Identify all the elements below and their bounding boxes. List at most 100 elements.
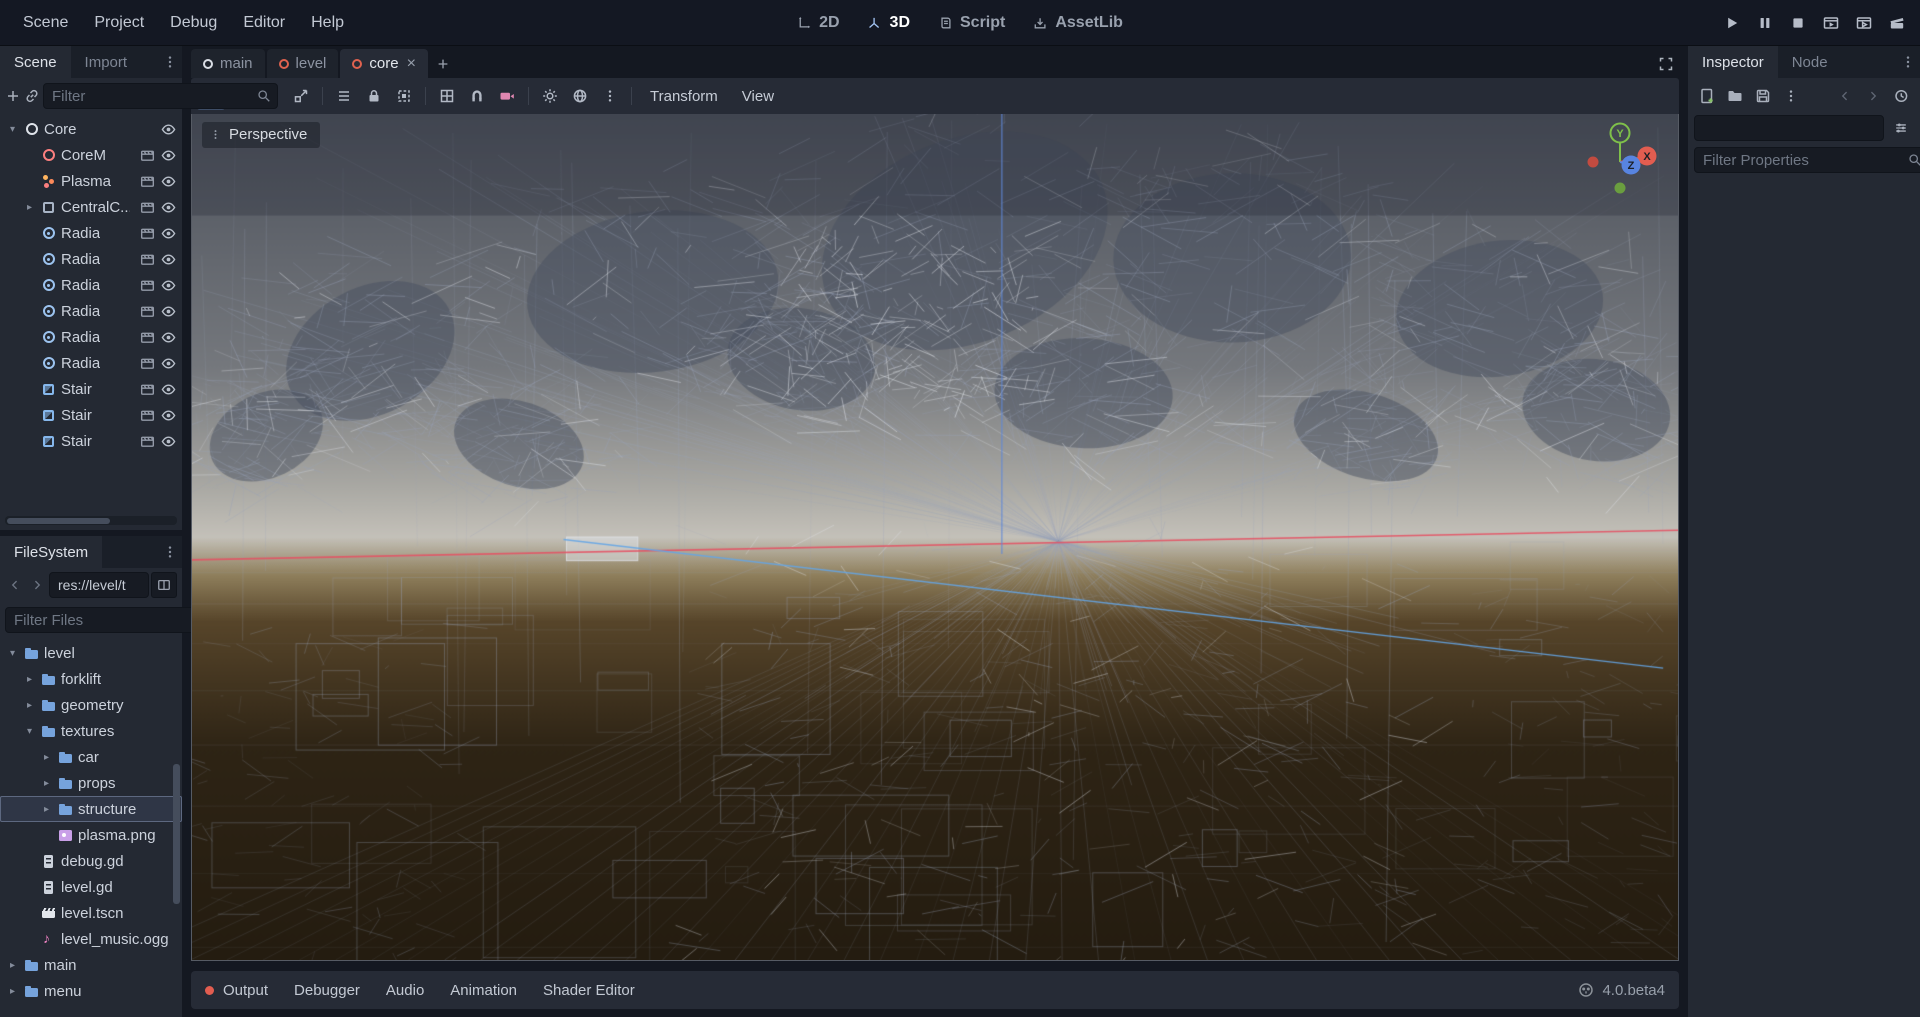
menu-help[interactable]: Help	[298, 0, 357, 46]
scene-tree-row[interactable]: Radia	[0, 324, 182, 350]
open-scene-icon[interactable]	[140, 226, 155, 241]
switch-3d[interactable]: 3D	[854, 0, 924, 45]
sun-preview-icon[interactable]	[536, 83, 564, 110]
scene-tree-row[interactable]: CentralC...	[0, 194, 182, 220]
tab-node[interactable]: Node	[1778, 46, 1842, 78]
history-icon[interactable]	[1888, 83, 1914, 109]
visibility-eye-icon[interactable]	[161, 252, 176, 267]
save-resource-icon[interactable]	[1750, 83, 1776, 109]
visibility-eye-icon[interactable]	[161, 434, 176, 449]
file-tree-row[interactable]: level.tscn	[0, 900, 182, 926]
tab-filesystem[interactable]: FileSystem	[0, 536, 102, 568]
dock-menu-icon[interactable]	[158, 50, 182, 74]
file-tree-row[interactable]: car	[0, 744, 182, 770]
perspective-menu[interactable]: Perspective	[202, 122, 320, 148]
file-tree-row[interactable]: forklift	[0, 666, 182, 692]
scene-tree-row[interactable]: Stair	[0, 376, 182, 402]
tab-import[interactable]: Import	[71, 46, 142, 78]
file-tree-row[interactable]: geometry	[0, 692, 182, 718]
visibility-eye-icon[interactable]	[161, 174, 176, 189]
filesystem-scrollbar[interactable]	[173, 764, 180, 904]
scene-tree-row[interactable]: Core	[0, 116, 182, 142]
bottom-tab-shader-editor[interactable]: Shader Editor	[543, 982, 635, 999]
visibility-eye-icon[interactable]	[161, 408, 176, 423]
visibility-eye-icon[interactable]	[161, 330, 176, 345]
object-options-icon[interactable]	[1888, 115, 1914, 141]
file-tree-row[interactable]: level_music.ogg	[0, 926, 182, 952]
visibility-eye-icon[interactable]	[161, 122, 176, 137]
scale-tool[interactable]	[287, 83, 315, 110]
expand-arrow[interactable]	[23, 726, 36, 737]
scene-tree-row[interactable]: Radia	[0, 220, 182, 246]
play-scene-button[interactable]	[1816, 8, 1846, 38]
split-mode-icon[interactable]	[151, 572, 177, 598]
local-space-icon[interactable]	[433, 83, 461, 110]
nav-forward-icon[interactable]	[27, 573, 47, 597]
group-icon[interactable]	[390, 83, 418, 110]
open-scene-icon[interactable]	[140, 434, 155, 449]
file-tree-row[interactable]: props	[0, 770, 182, 796]
selection-list-icon[interactable]	[330, 83, 358, 110]
instance-scene-button[interactable]	[24, 83, 40, 109]
open-scene-icon[interactable]	[140, 408, 155, 423]
bottom-tab-output[interactable]: Output	[205, 982, 268, 999]
environment-preview-icon[interactable]	[566, 83, 594, 110]
history-forward-icon[interactable]	[1860, 83, 1886, 109]
view-menu[interactable]: View	[731, 88, 785, 105]
open-scene-icon[interactable]	[140, 148, 155, 163]
expand-arrow[interactable]	[40, 752, 53, 763]
snap-magnet-icon[interactable]	[463, 83, 491, 110]
expand-arrow[interactable]	[6, 124, 19, 135]
menu-project[interactable]: Project	[81, 0, 157, 46]
visibility-eye-icon[interactable]	[161, 226, 176, 241]
bottom-tab-debugger[interactable]: Debugger	[294, 982, 360, 999]
visibility-eye-icon[interactable]	[161, 382, 176, 397]
open-scene-icon[interactable]	[140, 174, 155, 189]
scene-tree-row[interactable]: Stair	[0, 428, 182, 454]
expand-arrow[interactable]	[23, 202, 36, 213]
switch-2d[interactable]: 2D	[783, 0, 853, 45]
file-tree-row[interactable]: structure	[0, 796, 182, 822]
scene-tree-row[interactable]: Radia	[0, 272, 182, 298]
visibility-eye-icon[interactable]	[161, 148, 176, 163]
scene-tree-row[interactable]: Radia	[0, 246, 182, 272]
visibility-eye-icon[interactable]	[161, 200, 176, 215]
dock-menu-icon[interactable]	[1896, 50, 1920, 74]
resource-options-icon[interactable]	[1778, 83, 1804, 109]
file-tree-row[interactable]: main	[0, 952, 182, 978]
property-filter-input[interactable]	[1694, 147, 1920, 173]
open-scene-icon[interactable]	[140, 330, 155, 345]
stop-button[interactable]	[1783, 8, 1813, 38]
dock-menu-icon[interactable]	[158, 540, 182, 564]
expand-arrow[interactable]	[6, 986, 19, 997]
visibility-eye-icon[interactable]	[161, 304, 176, 319]
open-scene-icon[interactable]	[140, 278, 155, 293]
3d-viewport[interactable]: Perspective X Z Y	[191, 114, 1679, 961]
path-field[interactable]	[49, 572, 149, 598]
file-tree-row[interactable]: textures	[0, 718, 182, 744]
scene-tree-row[interactable]: Stair	[0, 402, 182, 428]
expand-arrow[interactable]	[6, 960, 19, 971]
new-resource-icon[interactable]	[1694, 83, 1720, 109]
scene-tab-level[interactable]: level	[267, 49, 339, 78]
file-tree-row[interactable]: level.gd	[0, 874, 182, 900]
3d-viewport-canvas[interactable]	[192, 114, 1678, 960]
sun-environment-options-icon[interactable]	[596, 83, 624, 110]
expand-arrow[interactable]	[40, 778, 53, 789]
bottom-tab-animation[interactable]: Animation	[450, 982, 517, 999]
bottom-tab-audio[interactable]: Audio	[386, 982, 424, 999]
open-scene-icon[interactable]	[140, 382, 155, 397]
open-scene-icon[interactable]	[140, 200, 155, 215]
switch-assetlib[interactable]: AssetLib	[1019, 0, 1137, 45]
file-tree-row[interactable]: debug.gd	[0, 848, 182, 874]
transform-menu[interactable]: Transform	[639, 88, 729, 105]
scene-tab-main[interactable]: main	[191, 49, 265, 78]
scene-tree-row[interactable]: Radia	[0, 298, 182, 324]
new-scene-tab-button[interactable]	[430, 51, 456, 77]
axis-gizmo[interactable]: X Z Y	[1572, 118, 1668, 214]
open-scene-icon[interactable]	[140, 304, 155, 319]
scene-filter-input[interactable]	[43, 83, 278, 109]
visibility-eye-icon[interactable]	[161, 278, 176, 293]
tab-scene[interactable]: Scene	[0, 46, 71, 78]
pause-button[interactable]	[1750, 8, 1780, 38]
